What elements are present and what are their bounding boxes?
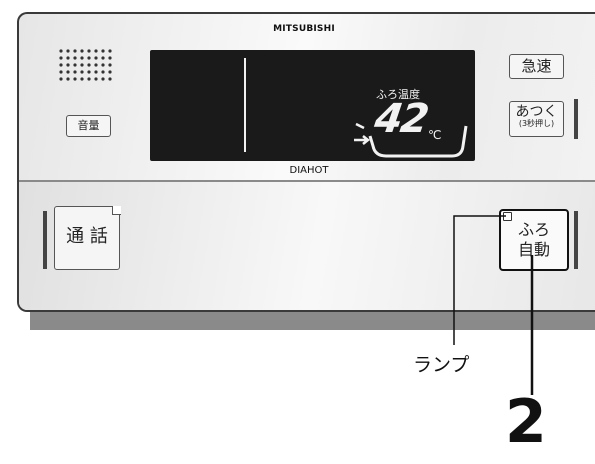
step-number: 2 [505, 387, 547, 457]
remote-control-panel: MITSUBISHI ふろ温度 42 ℃ DIAHOT 音量 急速 あつく (3… [17, 12, 595, 312]
furo-label-line2: 自動 [517, 240, 550, 259]
intercom-button[interactable]: 通 話 [54, 206, 120, 270]
panel-shadow [30, 312, 595, 330]
volume-button[interactable]: 音量 [66, 115, 111, 137]
furo-indicator-bar [574, 211, 578, 269]
kyusoku-label: 急速 [521, 57, 552, 75]
atsuku-label: あつく [515, 104, 558, 120]
atsuku-button[interactable]: あつく (3秒押し) [509, 101, 564, 137]
model-name: DIAHOT [289, 165, 329, 176]
kyusoku-button[interactable]: 急速 [509, 54, 564, 79]
lamp-indicator [503, 212, 512, 221]
lcd-display: ふろ温度 42 ℃ [150, 50, 475, 161]
display-divider [244, 58, 246, 152]
bathtub-icon [354, 122, 468, 158]
tsuwa-indicator-bar [43, 211, 47, 269]
atsuku-sub-label: (3秒押し) [518, 119, 555, 128]
lamp-callout-label: ランプ [413, 354, 470, 376]
brand-logo: MITSUBISHI [273, 24, 335, 34]
speaker-grille-icon [59, 49, 112, 81]
tsuwa-corner [112, 206, 121, 215]
furo-label-line1: ふろ [517, 220, 550, 239]
panel-divider [19, 180, 595, 182]
atsuku-indicator-bar [574, 99, 578, 139]
